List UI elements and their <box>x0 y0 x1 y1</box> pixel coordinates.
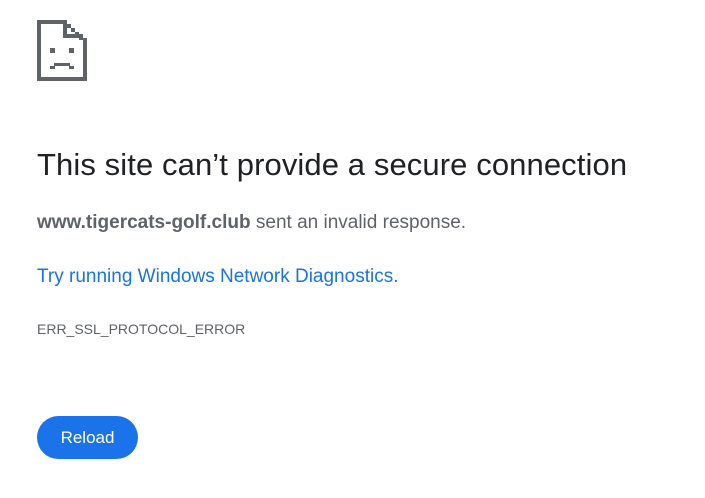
error-message-text: sent an invalid response. <box>250 212 467 233</box>
page-title: This site can’t provide a secure connect… <box>37 147 628 182</box>
error-message: www.tigercats-golf.club sent an invalid … <box>37 212 466 234</box>
network-diagnostics-link[interactable]: Try running Windows Network Diagnostics. <box>37 266 398 288</box>
sad-page-icon <box>37 20 87 81</box>
error-page: This site can’t provide a secure connect… <box>37 0 697 498</box>
error-host: www.tigercats-golf.club <box>37 212 251 233</box>
reload-button[interactable]: Reload <box>37 416 138 459</box>
error-code: ERR_SSL_PROTOCOL_ERROR <box>37 321 246 337</box>
